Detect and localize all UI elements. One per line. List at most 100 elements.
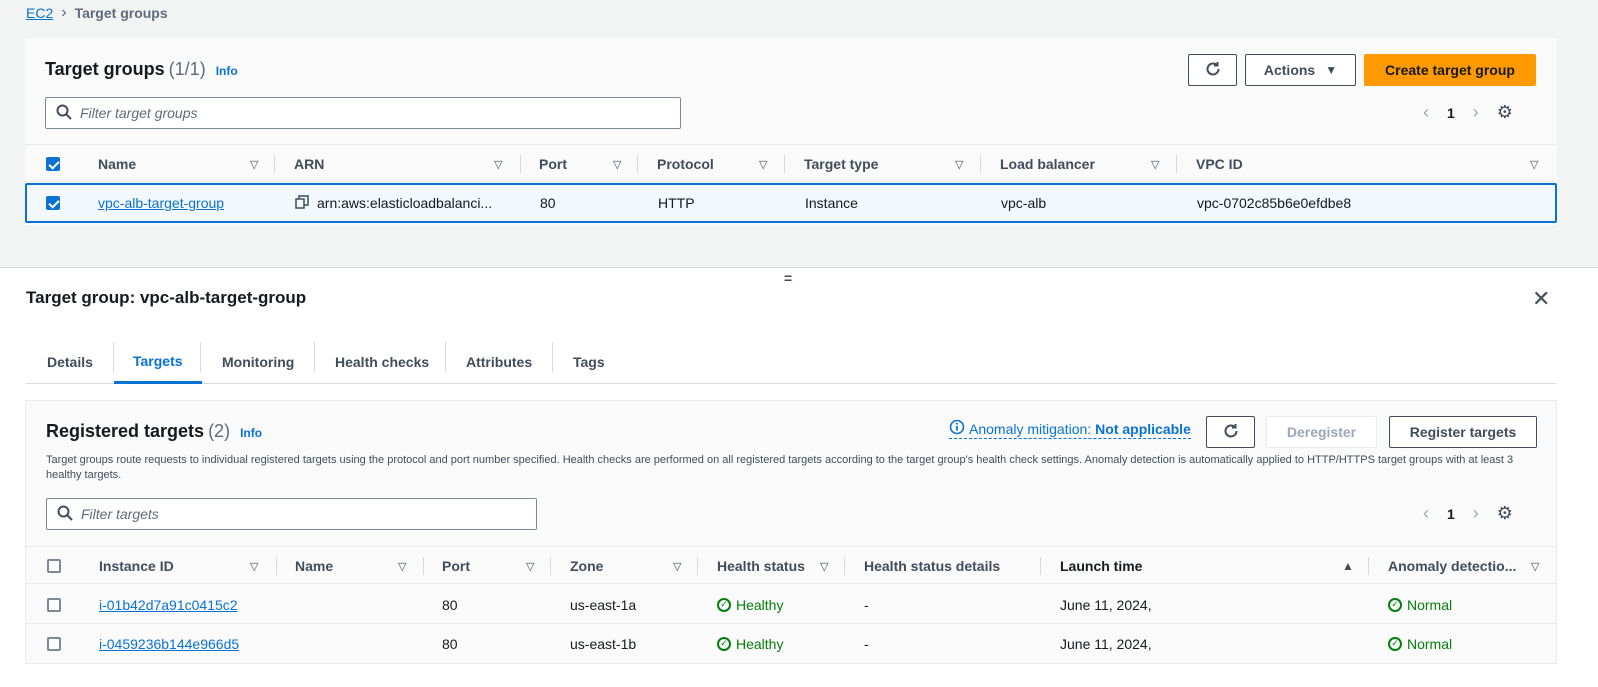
deregister-button[interactable]: Deregister: [1266, 416, 1377, 448]
refresh-button[interactable]: [1188, 54, 1237, 86]
anomaly-status-label: Normal: [1407, 635, 1453, 652]
page-title: Target groups: [45, 59, 165, 79]
table-row[interactable]: i-01b42d7a91c0415c2 80 us-east-1a ✓ Heal…: [26, 585, 1556, 624]
sort-icon[interactable]: ▽: [398, 560, 406, 573]
column-header-vpc-id[interactable]: VPC ID: [1196, 156, 1243, 172]
filter-target-groups-search[interactable]: [45, 97, 681, 129]
registered-targets-header: Registered targets (2) Info: [46, 421, 262, 442]
column-header-protocol[interactable]: Protocol: [657, 156, 714, 172]
tab-targets[interactable]: Targets: [114, 340, 202, 384]
register-targets-button[interactable]: Register targets: [1389, 416, 1537, 448]
sort-icon[interactable]: ▽: [759, 158, 767, 171]
filter-targets-search[interactable]: [46, 498, 537, 530]
column-header-instance-id[interactable]: Instance ID: [99, 558, 174, 574]
target-group-name-link[interactable]: vpc-alb-target-group: [98, 195, 224, 211]
info-circle-icon: [949, 419, 965, 438]
search-input[interactable]: [80, 105, 642, 121]
column-header-arn[interactable]: ARN: [294, 156, 324, 172]
gear-icon[interactable]: ⚙: [1497, 102, 1513, 123]
actions-button[interactable]: Actions ▼: [1245, 54, 1356, 86]
sort-icon[interactable]: ▽: [526, 560, 534, 573]
port-value: 80: [540, 195, 556, 211]
registered-targets-title: Registered targets: [46, 421, 205, 441]
port-value: 80: [442, 635, 458, 652]
instance-id-link[interactable]: i-0459236b144e966d5: [99, 636, 239, 652]
arn-value: arn:aws:elasticloadbalanci...: [317, 195, 493, 211]
row-checkbox[interactable]: [47, 624, 61, 663]
search-input[interactable]: [81, 506, 513, 522]
zone-value: us-east-1a: [570, 596, 637, 613]
next-page-icon[interactable]: ›: [1473, 503, 1479, 524]
page-number[interactable]: 1: [1447, 105, 1455, 121]
target-type-value: Instance: [805, 195, 858, 211]
column-header-port[interactable]: Port: [442, 558, 470, 574]
protocol-value: HTTP: [658, 195, 695, 211]
target-groups-area: EC2 › Target groups Target groups (1/1) …: [0, 0, 1598, 268]
sort-icon[interactable]: ▽: [1151, 158, 1159, 171]
sort-icon[interactable]: ▽: [250, 158, 258, 171]
row-checkbox[interactable]: [46, 185, 60, 221]
page-number[interactable]: 1: [1447, 506, 1455, 522]
column-header-port[interactable]: Port: [539, 156, 567, 172]
zone-value: us-east-1b: [570, 635, 637, 652]
prev-page-icon[interactable]: ‹: [1423, 503, 1429, 524]
column-header-name[interactable]: Name: [295, 558, 333, 574]
breadcrumb-ec2-link[interactable]: EC2: [26, 5, 53, 21]
sort-icon[interactable]: ▽: [494, 158, 502, 171]
prev-page-icon[interactable]: ‹: [1423, 102, 1429, 123]
health-status-label: Healthy: [736, 596, 784, 613]
check-circle-icon: ✓: [717, 597, 731, 612]
resize-handle[interactable]: =: [784, 270, 792, 286]
launch-time-value: June 11, 2024,: [1060, 635, 1152, 652]
column-header-health-status[interactable]: Health status: [717, 558, 805, 574]
search-icon: [56, 104, 72, 123]
gear-icon[interactable]: ⚙: [1497, 503, 1513, 524]
anomaly-label: Anomaly mitigation:: [969, 420, 1092, 437]
registered-targets-description: Target groups route requests to individu…: [46, 454, 1514, 481]
tab-tags[interactable]: Tags: [573, 340, 605, 383]
select-all-checkbox[interactable]: [47, 547, 61, 585]
close-icon[interactable]: ✕: [1532, 286, 1550, 312]
column-header-launch-time[interactable]: Launch time: [1060, 558, 1142, 574]
chevron-right-icon: ›: [61, 4, 67, 21]
tab-health-checks[interactable]: Health checks: [335, 340, 429, 383]
sort-icon[interactable]: ▽: [613, 158, 621, 171]
select-all-checkbox[interactable]: [46, 145, 60, 183]
column-header-load-balancer[interactable]: Load balancer: [1000, 156, 1095, 172]
create-target-group-button[interactable]: Create target group: [1364, 54, 1536, 86]
instance-id-link[interactable]: i-01b42d7a91c0415c2: [99, 597, 238, 613]
column-header-zone[interactable]: Zone: [570, 558, 603, 574]
breadcrumb-current: Target groups: [74, 5, 168, 21]
info-link[interactable]: Info: [216, 64, 238, 78]
tab-attributes[interactable]: Attributes: [466, 340, 532, 383]
sort-icon[interactable]: ▽: [955, 158, 963, 171]
check-circle-icon: ✓: [1388, 636, 1402, 651]
refresh-targets-button[interactable]: [1206, 416, 1255, 448]
anomaly-mitigation-link[interactable]: Anomaly mitigation: Not applicable: [949, 419, 1191, 439]
column-header-name[interactable]: Name: [98, 156, 136, 172]
tab-details[interactable]: Details: [47, 340, 93, 383]
info-link[interactable]: Info: [240, 426, 262, 440]
sort-icon[interactable]: ▽: [250, 560, 258, 573]
column-header-health-status-details: Health status details: [864, 558, 1001, 574]
sort-icon[interactable]: ▽: [1531, 560, 1539, 573]
target-groups-table-header: Name ▽ ARN ▽ Port ▽ Protocol ▽ Target type ▽ …: [25, 144, 1557, 182]
pagination: ‹ 1 › ⚙: [1423, 102, 1513, 123]
anomaly-status-label: Normal: [1407, 596, 1453, 613]
table-row[interactable]: vpc-alb-target-group arn:aws:elasticload…: [25, 183, 1557, 223]
next-page-icon[interactable]: ›: [1473, 102, 1479, 123]
registered-targets-panel: Registered targets (2) Info Anomaly miti…: [25, 400, 1557, 664]
sort-icon[interactable]: ▽: [673, 560, 681, 573]
sort-ascending-icon[interactable]: ▲: [1342, 559, 1354, 573]
table-row[interactable]: i-0459236b144e966d5 80 us-east-1b ✓ Heal…: [26, 624, 1556, 663]
column-header-anomaly-detection[interactable]: Anomaly detectio...: [1388, 558, 1516, 574]
copy-icon[interactable]: [295, 194, 309, 212]
sort-icon[interactable]: ▽: [1530, 158, 1538, 171]
column-header-target-type[interactable]: Target type: [804, 156, 878, 172]
row-checkbox[interactable]: [47, 585, 61, 624]
sort-icon[interactable]: ▽: [820, 560, 828, 573]
port-value: 80: [442, 596, 458, 613]
pagination: ‹ 1 › ⚙: [1423, 503, 1513, 524]
vpc-id-value: vpc-0702c85b6e0efdbe8: [1197, 195, 1352, 211]
tab-monitoring[interactable]: Monitoring: [222, 340, 294, 383]
